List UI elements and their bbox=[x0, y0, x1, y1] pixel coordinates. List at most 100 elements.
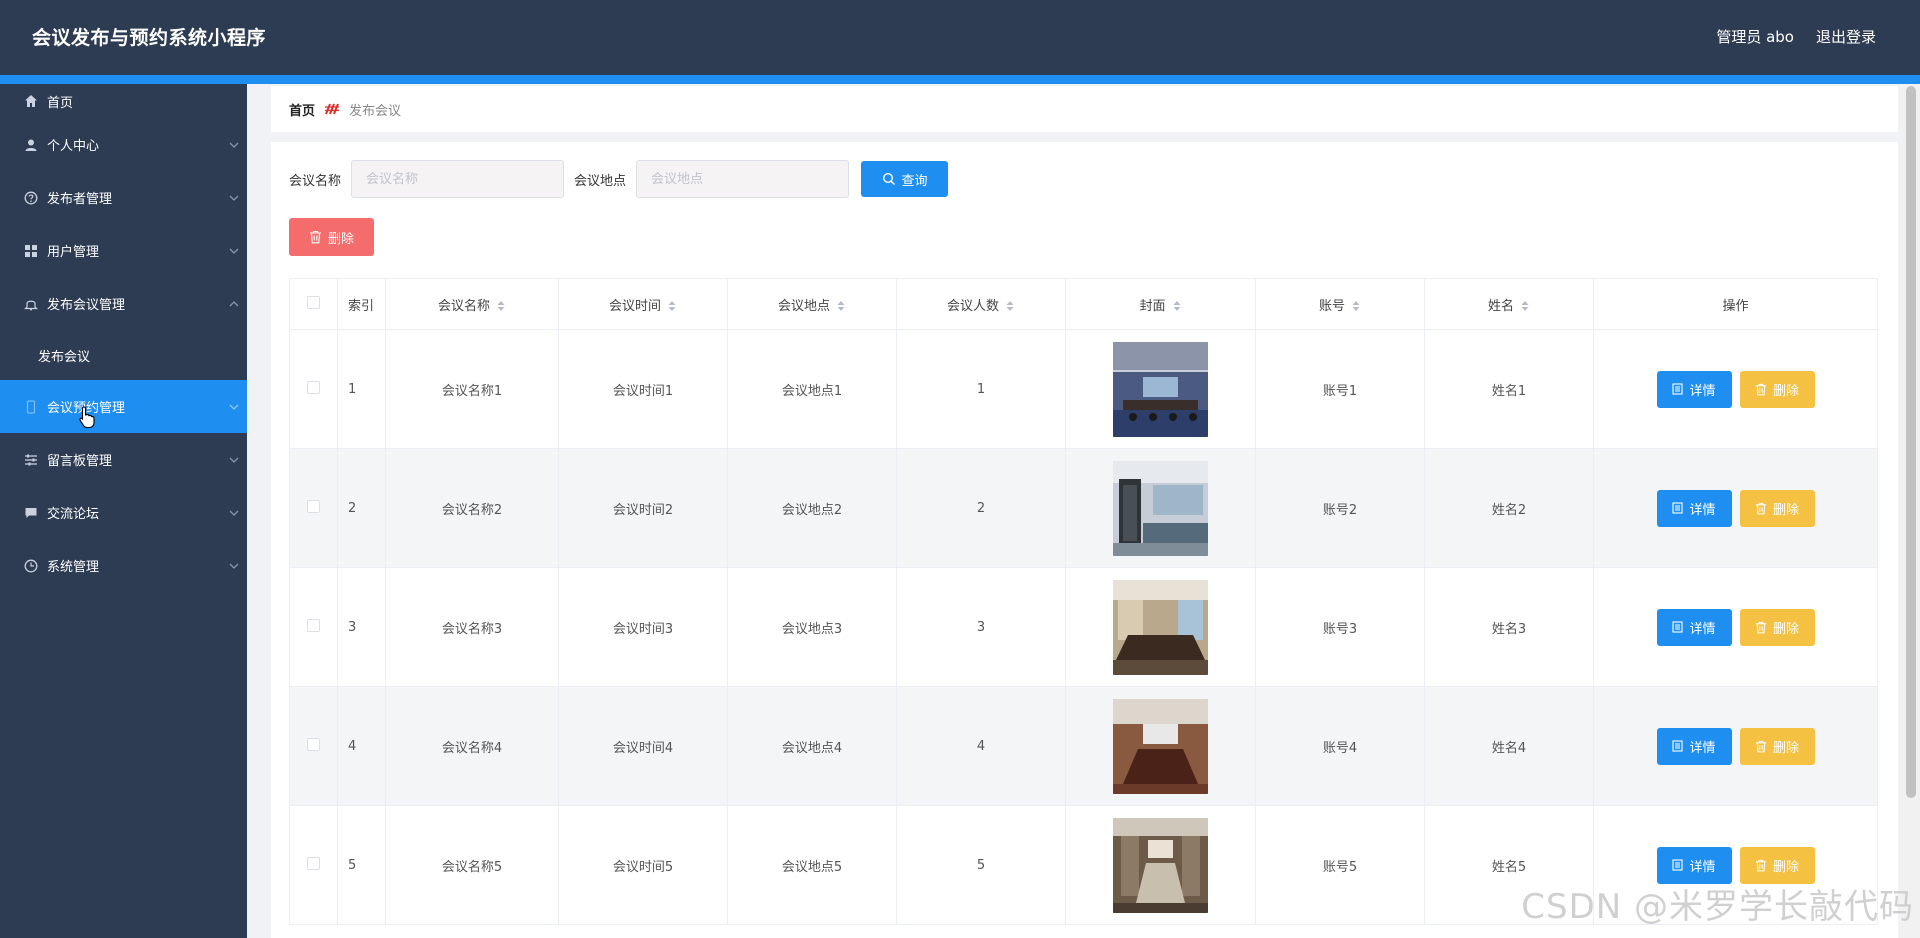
sort-icon[interactable] bbox=[1005, 300, 1015, 312]
sidebar-item-message-board-management[interactable]: 留言板管理 bbox=[0, 433, 247, 486]
sort-icon[interactable] bbox=[1351, 300, 1361, 312]
query-button[interactable]: 查询 bbox=[861, 161, 949, 197]
sidebar-item-personal-center[interactable]: 个人中心 bbox=[0, 118, 247, 171]
header-meeting-name[interactable]: 会议名称 bbox=[385, 278, 559, 330]
query-button-label: 查询 bbox=[901, 173, 928, 189]
sort-icon[interactable] bbox=[1172, 300, 1182, 312]
table-row: 2 会议名称2 会议时间2 会议地点2 2 账号2 姓名2 详情 删除 bbox=[289, 448, 1878, 568]
detail-button[interactable]: 详情 bbox=[1656, 727, 1732, 765]
logout-link[interactable]: 退出登录 bbox=[1816, 26, 1876, 47]
sidebar-item-label: 发布会议管理 bbox=[47, 298, 126, 313]
sidebar-item-label: 个人中心 bbox=[47, 139, 100, 154]
cover-image[interactable] bbox=[1113, 341, 1208, 437]
detail-button[interactable]: 详情 bbox=[1656, 608, 1732, 646]
sidebar-item-user-management[interactable]: 用户管理 bbox=[0, 224, 247, 277]
sidebar-item-publisher-management[interactable]: 发布者管理 bbox=[0, 171, 247, 224]
sort-icon[interactable] bbox=[496, 300, 506, 312]
delete-button[interactable]: 删除 bbox=[1739, 846, 1815, 884]
cell-index: 4 bbox=[337, 686, 386, 806]
sidebar-item-home[interactable]: 首页 bbox=[0, 84, 247, 118]
document-icon bbox=[1672, 740, 1684, 752]
detail-button[interactable]: 详情 bbox=[1656, 489, 1732, 527]
cell-account: 账号5 bbox=[1255, 805, 1425, 925]
meeting-name-label: 会议名称 bbox=[289, 173, 342, 189]
batch-delete-label: 删除 bbox=[327, 231, 354, 247]
sidebar-item-meeting-publish-management[interactable]: 发布会议管理 bbox=[0, 277, 247, 330]
header-meeting-place[interactable]: 会议地点 bbox=[727, 278, 897, 330]
detail-button[interactable]: 详情 bbox=[1656, 370, 1732, 408]
home-icon bbox=[23, 93, 39, 109]
sidebar-item-meeting-booking-management[interactable]: 会议预约管理 bbox=[0, 380, 247, 433]
cover-image[interactable] bbox=[1113, 460, 1208, 556]
sidebar-item-label: 首页 bbox=[47, 95, 74, 111]
trash-icon bbox=[1755, 621, 1767, 633]
meeting-place-label: 会议地点 bbox=[574, 173, 627, 189]
delete-button[interactable]: 删除 bbox=[1739, 370, 1815, 408]
meeting-place-input[interactable] bbox=[636, 160, 850, 198]
cover-image[interactable] bbox=[1113, 817, 1208, 913]
header-meeting-time[interactable]: 会议时间 bbox=[558, 278, 728, 330]
delete-label: 删除 bbox=[1772, 621, 1799, 637]
cell-attendee-count: 3 bbox=[896, 567, 1066, 687]
chat-icon bbox=[23, 505, 39, 521]
table-header-row: 索引 会议名称 会议时间 会议地点 会议人数 封面 账号 姓名 操作 bbox=[289, 278, 1878, 330]
content-panel: 会议名称 会议地点 查询 删除 索引 会议名称 会议时间 会议地点 会议人 bbox=[271, 142, 1898, 938]
sort-icon[interactable] bbox=[1520, 300, 1530, 312]
sidebar-item-label: 系统管理 bbox=[47, 560, 100, 575]
select-all-checkbox[interactable] bbox=[307, 295, 320, 309]
sidebar-item-label: 发布者管理 bbox=[47, 192, 113, 207]
document-icon bbox=[1672, 502, 1684, 514]
cell-meeting-time: 会议时间4 bbox=[558, 686, 728, 806]
cell-name: 姓名3 bbox=[1424, 567, 1594, 687]
header-account[interactable]: 账号 bbox=[1255, 278, 1425, 330]
row-checkbox[interactable] bbox=[307, 618, 320, 632]
help-circle-icon bbox=[23, 190, 39, 206]
header-label: 封面 bbox=[1139, 298, 1166, 314]
user-icon bbox=[23, 137, 39, 153]
cell-meeting-time: 会议时间3 bbox=[558, 567, 728, 687]
cell-actions: 详情 删除 bbox=[1593, 448, 1878, 568]
row-checkbox[interactable] bbox=[307, 737, 320, 751]
cell-attendee-count: 1 bbox=[896, 329, 1066, 449]
delete-button[interactable]: 删除 bbox=[1739, 727, 1815, 765]
header-index: 索引 bbox=[337, 278, 386, 330]
chevron-down-icon bbox=[229, 404, 239, 410]
row-checkbox[interactable] bbox=[307, 856, 320, 870]
cell-attendee-count: 2 bbox=[896, 448, 1066, 568]
watermark: CSDN @米罗学长敲代码 bbox=[1521, 887, 1914, 927]
row-checkbox[interactable] bbox=[307, 499, 320, 513]
header-cover[interactable]: 封面 bbox=[1065, 278, 1256, 330]
meeting-name-input[interactable] bbox=[351, 160, 565, 198]
sort-icon[interactable] bbox=[667, 300, 677, 312]
breadcrumb-home[interactable]: 首页 bbox=[289, 100, 315, 119]
meeting-table: 索引 会议名称 会议时间 会议地点 会议人数 封面 账号 姓名 操作 1 会议名… bbox=[289, 278, 1878, 925]
cell-meeting-place: 会议地点1 bbox=[727, 329, 897, 449]
cover-image[interactable] bbox=[1113, 579, 1208, 675]
sidebar-item-publish-meeting[interactable]: 发布会议 bbox=[0, 330, 247, 380]
batch-delete-button[interactable]: 删除 bbox=[289, 218, 374, 256]
header-label: 姓名 bbox=[1487, 298, 1514, 314]
row-checkbox[interactable] bbox=[307, 380, 320, 394]
detail-button[interactable]: 详情 bbox=[1656, 846, 1732, 884]
row-checkbox-cell bbox=[289, 329, 338, 449]
cell-meeting-place: 会议地点5 bbox=[727, 805, 897, 925]
mouse-cursor-icon bbox=[79, 406, 95, 429]
delete-button[interactable]: 删除 bbox=[1739, 608, 1815, 646]
cell-name: 姓名2 bbox=[1424, 448, 1594, 568]
header-name[interactable]: 姓名 bbox=[1424, 278, 1594, 330]
sidebar-item-system-management[interactable]: 系统管理 bbox=[0, 539, 247, 592]
row-checkbox-cell bbox=[289, 686, 338, 806]
cell-cover bbox=[1065, 805, 1256, 925]
cover-image[interactable] bbox=[1113, 698, 1208, 794]
admin-user-label[interactable]: 管理员 abo bbox=[1716, 26, 1794, 47]
cell-meeting-name: 会议名称5 bbox=[385, 805, 559, 925]
table-row: 1 会议名称1 会议时间1 会议地点1 1 账号1 姓名1 详情 删除 bbox=[289, 329, 1878, 449]
document-icon bbox=[1672, 383, 1684, 395]
scrollbar-thumb[interactable] bbox=[1906, 86, 1916, 798]
page-scrollbar[interactable] bbox=[1902, 84, 1920, 938]
cell-cover bbox=[1065, 686, 1256, 806]
sidebar-item-forum[interactable]: 交流论坛 bbox=[0, 486, 247, 539]
delete-button[interactable]: 删除 bbox=[1739, 489, 1815, 527]
header-attendee-count[interactable]: 会议人数 bbox=[896, 278, 1066, 330]
sort-icon[interactable] bbox=[836, 300, 846, 312]
